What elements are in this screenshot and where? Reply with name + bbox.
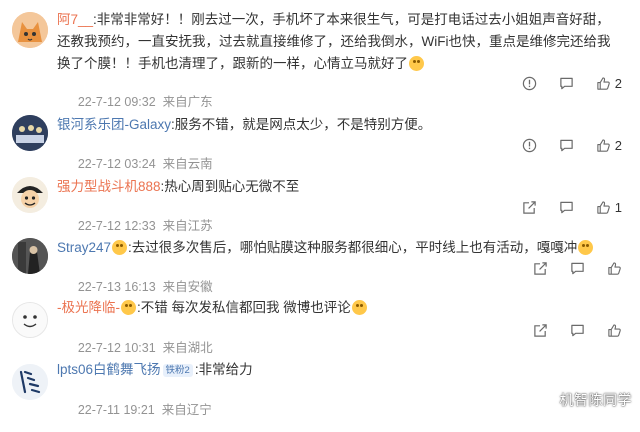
comment-icon (571, 262, 584, 275)
share-icon (534, 324, 547, 337)
like-button[interactable]: 2 (596, 138, 622, 153)
comment-username[interactable]: Stray247 (57, 240, 111, 255)
cheer-emoji-icon (578, 240, 594, 255)
comment-actions: 2 (500, 138, 622, 153)
comment-actions: 1 (500, 200, 622, 215)
avatar[interactable] (12, 302, 48, 338)
comment-text: :非常给力 (194, 362, 253, 377)
comment-text: :热心周到贴心无微不至 (160, 179, 300, 194)
comment-username[interactable]: 阿7__ (57, 12, 93, 27)
thumbs-up-icon (597, 77, 610, 90)
comment-body: 阿7__:非常非常好！！刚去过一次，手机坏了本来很生气，可是打电话过去小姐姐声音… (57, 9, 622, 75)
avatar[interactable] (12, 364, 48, 400)
comment-text: :不错 每次发私信都回我 微博也评论 (137, 300, 351, 315)
comment-actions (511, 323, 622, 338)
comment-username[interactable]: 强力型战斗机888 (57, 179, 161, 194)
comment-item: 强力型战斗机888:热心周到贴心无微不至 22-7-12 12:33 来自江苏 … (0, 165, 640, 233)
share-button[interactable] (533, 261, 548, 276)
avatar[interactable] (12, 12, 48, 48)
like-button[interactable]: 2 (596, 76, 622, 91)
like-count: 2 (614, 138, 622, 153)
thumbs-up-icon (608, 324, 621, 337)
comment-icon (560, 139, 573, 152)
comment-username[interactable]: -极光降临- (57, 300, 120, 315)
report-button[interactable] (522, 76, 537, 91)
report-button[interactable] (522, 138, 537, 153)
warning-icon (522, 76, 536, 91)
comment-body: lpts06白鹤舞飞扬 铁粉2:非常给力 (57, 359, 622, 381)
comment-time: 22-7-11 19:21 (77, 403, 155, 417)
comment-body: -极光降临- :不错 每次发私信都回我 微博也评论 (57, 297, 622, 319)
watermark: 机智陈同学 (559, 392, 632, 408)
comment-text: :去过很多次售后，哪怕贴膜这种服务都很细心，平时线上也有活动，嘎嘎冲 (128, 240, 578, 255)
heart-eyes-emoji-icon (351, 300, 367, 315)
comment-text: :非常非常好！！刚去过一次，手机坏了本来很生气，可是打电话过去小姐姐声音好甜，还… (57, 12, 611, 71)
comment-feed: 阿7__:非常非常好！！刚去过一次，手机坏了本来很生气，可是打电话过去小姐姐声音… (0, 0, 640, 418)
like-button[interactable]: 1 (596, 200, 622, 215)
like-count: 2 (614, 76, 622, 91)
comment-text: :服务不错，就是网点太少，不是特别方便。 (171, 117, 432, 132)
fan-badge[interactable]: 铁粉2 (162, 364, 193, 377)
warning-icon (522, 138, 536, 153)
share-icon (523, 201, 536, 214)
like-button[interactable] (607, 323, 622, 338)
reply-button[interactable] (570, 261, 585, 276)
comment-item: lpts06白鹤舞飞扬 铁粉2:非常给力 22-7-11 19:21 来自辽宁 (0, 352, 640, 418)
smile-emoji-icon (409, 56, 424, 71)
comment-username[interactable]: lpts06白鹤舞飞扬 (57, 362, 161, 377)
comment-meta: 22-7-11 19:21 来自辽宁 (57, 385, 212, 432)
avatar[interactable] (12, 238, 48, 274)
reply-button[interactable] (570, 323, 585, 338)
comment-actions: 2 (500, 76, 622, 91)
reply-button[interactable] (559, 200, 574, 215)
laugh-emoji-icon (121, 300, 136, 315)
comment-body: 银河系乐团-Galaxy:服务不错，就是网点太少，不是特别方便。 (57, 114, 622, 136)
share-button[interactable] (522, 200, 537, 215)
comment-actions (511, 261, 622, 276)
like-count: 1 (614, 200, 622, 215)
comment-body: Stray247 :去过很多次售后，哪怕贴膜这种服务都很细心，平时线上也有活动，嘎… (57, 237, 622, 259)
avatar[interactable] (12, 115, 48, 151)
comment-item: Stray247 :去过很多次售后，哪怕贴膜这种服务都很细心，平时线上也有活动，嘎… (0, 226, 640, 294)
comment-body: 强力型战斗机888:热心周到贴心无微不至 (57, 176, 622, 198)
share-button[interactable] (533, 323, 548, 338)
comment-item: -极光降临-:不错 每次发私信都回我 微博也评论 22-7-12 10:31 来… (0, 290, 640, 355)
comment-location: 来自辽宁 (161, 403, 212, 417)
comment-item: 银河系乐团-Galaxy:服务不错，就是网点太少，不是特别方便。 22-7-12… (0, 103, 640, 171)
like-button[interactable] (607, 261, 622, 276)
laugh-emoji-icon (112, 240, 128, 255)
reply-button[interactable] (559, 138, 574, 153)
comment-item: 阿7__:非常非常好！！刚去过一次，手机坏了本来很生气，可是打电话过去小姐姐声音… (0, 0, 640, 109)
share-icon (534, 262, 547, 275)
reply-button[interactable] (559, 76, 574, 91)
avatar[interactable] (12, 177, 48, 213)
thumbs-up-icon (597, 139, 610, 152)
comment-username[interactable]: 银河系乐团-Galaxy (57, 117, 171, 132)
comment-icon (571, 324, 584, 337)
thumbs-up-icon (597, 201, 610, 214)
comment-icon (560, 201, 573, 214)
comment-icon (560, 77, 573, 90)
thumbs-up-icon (608, 262, 621, 275)
